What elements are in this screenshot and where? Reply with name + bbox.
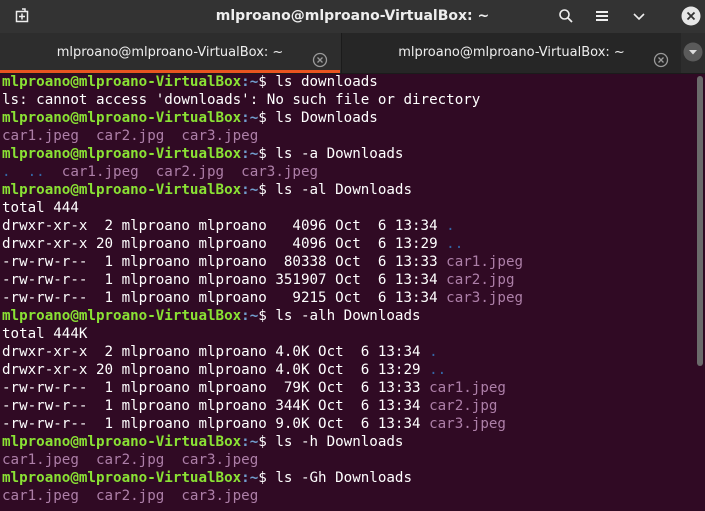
prompt-line: mlproano@mlproano-VirtualBox:~$ ls -al D… [2, 181, 692, 199]
prompt-user: mlproano@mlproano-VirtualBox [2, 74, 242, 90]
file-name: . [446, 218, 455, 234]
command-text: $ ls downloads [258, 74, 378, 90]
command-text: $ ls -Gh Downloads [258, 470, 413, 486]
file-details: -rw-rw-r-- 1 mlproano mlproano 9.0K Oct … [2, 416, 430, 432]
file-list: car1.jpeg car2.jpg car3.jpeg [61, 164, 319, 180]
terminal-output[interactable]: mlproano@mlproano-VirtualBox:~$ ls downl… [2, 73, 692, 511]
file-list: car1.jpeg car2.jpg car3.jpeg [2, 452, 259, 468]
command-text: $ ls Downloads [258, 110, 378, 126]
output-text: total 444K [2, 326, 88, 342]
command-text: $ ls -alh Downloads [258, 308, 421, 324]
file-name: car2.jpg [429, 398, 498, 414]
tab-inactive[interactable]: mlproano@mlproano-VirtualBox: ~ [341, 33, 681, 73]
output-line: car1.jpeg car2.jpg car3.jpeg [2, 451, 692, 469]
file-name: car1.jpeg [446, 254, 524, 270]
command-text: $ ls -a Downloads [258, 146, 404, 162]
output-line: car1.jpeg car2.jpg car3.jpeg [2, 487, 692, 505]
output-line: drwxr-xr-x 20 mlproano mlproano 4096 Oct… [2, 235, 692, 253]
file-details: -rw-rw-r-- 1 mlproano mlproano 80338 Oct… [2, 254, 447, 270]
file-name: car2.jpg [446, 272, 515, 288]
tab-list-dropdown-icon[interactable] [683, 42, 703, 62]
chevron-down-icon[interactable] [631, 8, 647, 24]
prompt-path: :~ [241, 470, 259, 486]
title-bar: mlproano@mlproano-VirtualBox: ~ [0, 0, 705, 33]
prompt-line: mlproano@mlproano-VirtualBox:~$ ls -alh … [2, 307, 692, 325]
file-name: . [429, 344, 438, 360]
file-details: -rw-rw-r-- 1 mlproano mlproano 351907 Oc… [2, 272, 447, 288]
file-name: car3.jpeg [429, 416, 506, 432]
output-line: -rw-rw-r-- 1 mlproano mlproano 9.0K Oct … [2, 415, 692, 433]
prompt-line: mlproano@mlproano-VirtualBox:~$ ls Downl… [2, 109, 692, 127]
output-line: drwxr-xr-x 2 mlproano mlproano 4.0K Oct … [2, 343, 692, 361]
prompt-user: mlproano@mlproano-VirtualBox [2, 434, 242, 450]
tab-close-icon[interactable] [312, 45, 328, 68]
file-name: car1.jpeg [429, 380, 506, 396]
tab-bar: mlproano@mlproano-VirtualBox: ~ mlproano… [0, 33, 705, 74]
output-line: -rw-rw-r-- 1 mlproano mlproano 344K Oct … [2, 397, 692, 415]
output-line: -rw-rw-r-- 1 mlproano mlproano 351907 Oc… [2, 271, 692, 289]
tab-active[interactable]: mlproano@mlproano-VirtualBox: ~ [0, 33, 340, 73]
prompt-line: mlproano@mlproano-VirtualBox:~$ ls -a Do… [2, 145, 692, 163]
output-line: drwxr-xr-x 2 mlproano mlproano 4096 Oct … [2, 217, 692, 235]
prompt-line: mlproano@mlproano-VirtualBox:~$ ls -h Do… [2, 433, 692, 451]
prompt-line: mlproano@mlproano-VirtualBox:~$ ls downl… [2, 73, 692, 91]
output-text: total 444 [2, 200, 79, 216]
prompt-path: :~ [241, 110, 259, 126]
prompt-path: :~ [241, 74, 259, 90]
file-name: car3.jpeg [446, 290, 524, 306]
file-details: -rw-rw-r-- 1 mlproano mlproano 9215 Oct … [2, 290, 447, 306]
hamburger-menu-icon[interactable] [594, 8, 610, 24]
command-text: $ ls -h Downloads [258, 434, 404, 450]
output-line: -rw-rw-r-- 1 mlproano mlproano 9215 Oct … [2, 289, 692, 307]
file-details: drwxr-xr-x 20 mlproano mlproano 4.0K Oct… [2, 362, 430, 378]
output-line: total 444K [2, 325, 692, 343]
output-line: -rw-rw-r-- 1 mlproano mlproano 79K Oct 6… [2, 379, 692, 397]
file-list: car1.jpeg car2.jpg car3.jpeg [2, 488, 259, 504]
file-details: drwxr-xr-x 20 mlproano mlproano 4096 Oct… [2, 236, 447, 252]
tab-close-icon[interactable] [653, 45, 669, 68]
prompt-user: mlproano@mlproano-VirtualBox [2, 308, 242, 324]
output-text: ls: cannot access 'downloads': No such f… [2, 92, 481, 108]
command-text: $ ls -al Downloads [258, 182, 413, 198]
output-line: total 444 [2, 199, 692, 217]
output-line: drwxr-xr-x 20 mlproano mlproano 4.0K Oct… [2, 361, 692, 379]
output-line: -rw-rw-r-- 1 mlproano mlproano 80338 Oct… [2, 253, 692, 271]
file-list: car1.jpeg car2.jpg car3.jpeg [2, 128, 259, 144]
prompt-path: :~ [241, 146, 259, 162]
prompt-path: :~ [241, 182, 259, 198]
prompt-line: mlproano@mlproano-VirtualBox:~$ ls -Gh D… [2, 469, 692, 487]
file-name: .. [429, 362, 447, 378]
tab-label: mlproano@mlproano-VirtualBox: ~ [398, 45, 625, 60]
prompt-user: mlproano@mlproano-VirtualBox [2, 182, 242, 198]
file-details: -rw-rw-r-- 1 mlproano mlproano 79K Oct 6… [2, 380, 430, 396]
prompt-user: mlproano@mlproano-VirtualBox [2, 146, 242, 162]
close-icon[interactable] [681, 6, 701, 26]
file-details: drwxr-xr-x 2 mlproano mlproano 4.0K Oct … [2, 344, 430, 360]
tab-label: mlproano@mlproano-VirtualBox: ~ [56, 45, 284, 60]
prompt-path: :~ [241, 434, 259, 450]
file-details: -rw-rw-r-- 1 mlproano mlproano 344K Oct … [2, 398, 430, 414]
scrollbar[interactable] [697, 76, 703, 366]
file-details: drwxr-xr-x 2 mlproano mlproano 4096 Oct … [2, 218, 447, 234]
output-line: car1.jpeg car2.jpg car3.jpeg [2, 127, 692, 145]
prompt-user: mlproano@mlproano-VirtualBox [2, 110, 242, 126]
directory-list: . .. [2, 164, 62, 180]
file-name: .. [446, 236, 464, 252]
output-line: ls: cannot access 'downloads': No such f… [2, 91, 692, 109]
output-line: . .. car1.jpeg car2.jpg car3.jpeg [2, 163, 692, 181]
search-icon[interactable] [558, 8, 574, 24]
prompt-path: :~ [241, 308, 259, 324]
prompt-user: mlproano@mlproano-VirtualBox [2, 470, 242, 486]
